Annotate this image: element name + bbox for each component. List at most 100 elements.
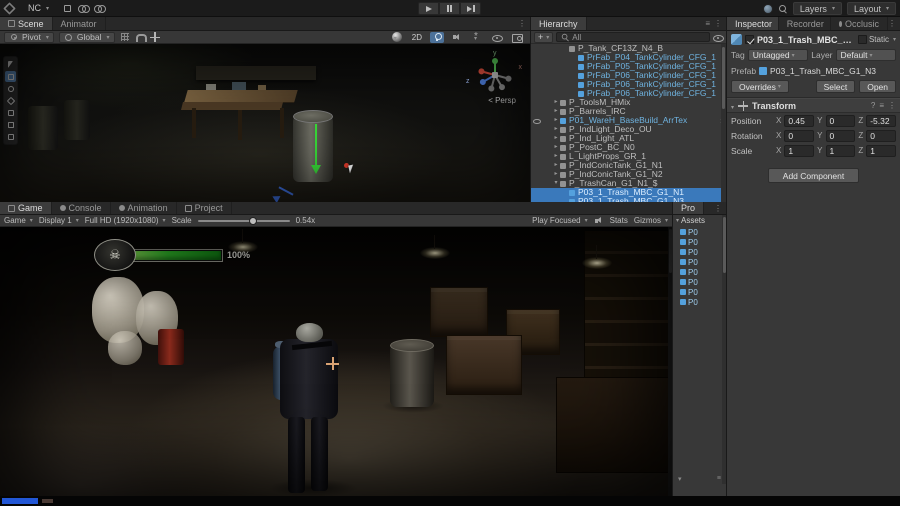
fold-arrow-icon[interactable] bbox=[552, 98, 560, 107]
z-field[interactable]: 0 bbox=[866, 129, 897, 142]
slider-icon[interactable]: ≡ bbox=[717, 475, 721, 483]
fold-arrow-icon[interactable] bbox=[552, 143, 560, 152]
overrides-dropdown[interactable]: Overrides bbox=[731, 80, 789, 93]
play-focused-dropdown[interactable]: Play Focused bbox=[532, 216, 587, 225]
create-menu-button[interactable] bbox=[534, 31, 554, 43]
snap-icon[interactable] bbox=[135, 32, 148, 42]
view-tool[interactable] bbox=[5, 59, 16, 70]
stats-button[interactable]: Stats bbox=[610, 216, 628, 225]
play-button[interactable] bbox=[418, 2, 439, 15]
tab-occlusion[interactable]: Occlusic bbox=[831, 17, 888, 30]
pane-menu-icon[interactable]: ⋮ bbox=[714, 19, 722, 28]
tab-animation[interactable]: Animation bbox=[111, 202, 177, 214]
fold-arrow-icon[interactable] bbox=[731, 101, 734, 111]
scene-viewport[interactable]: y z x < Persp bbox=[0, 44, 530, 202]
link-icon[interactable] bbox=[78, 3, 91, 13]
lighting-toggle-icon[interactable] bbox=[432, 32, 442, 42]
tag-dropdown[interactable]: Untagged bbox=[747, 49, 809, 61]
hierarchy-item[interactable]: P_ToolsM_HMix bbox=[531, 98, 726, 107]
z-field[interactable]: 1 bbox=[866, 144, 897, 157]
resolution-dropdown[interactable]: Full HD (1920x1080) bbox=[85, 216, 166, 225]
asset-item[interactable]: P0 bbox=[673, 267, 726, 277]
scene-visibility-gutter-icon[interactable] bbox=[713, 32, 724, 42]
fold-arrow-icon[interactable] bbox=[552, 161, 560, 170]
transform-component-header[interactable]: Transform ? ≡ ⋮ bbox=[727, 98, 900, 113]
x-field[interactable]: 1 bbox=[784, 144, 815, 157]
fold-arrow-icon[interactable] bbox=[552, 152, 560, 161]
display-dropdown[interactable]: Display 1 bbox=[39, 216, 79, 225]
step-button[interactable] bbox=[460, 2, 481, 15]
tab-hierarchy[interactable]: Hierarchy bbox=[531, 17, 587, 30]
grid-visibility-icon[interactable] bbox=[120, 32, 130, 42]
tab-scene[interactable]: Scene bbox=[0, 17, 53, 30]
shading-mode-icon[interactable] bbox=[391, 32, 402, 42]
move-gizmo-y-axis[interactable] bbox=[315, 124, 317, 166]
layers-dropdown[interactable]: Layers bbox=[792, 2, 842, 15]
pane-menu-icon[interactable]: ⋮ bbox=[714, 204, 722, 213]
asset-item[interactable]: P0 bbox=[673, 277, 726, 287]
asset-item[interactable]: P0 bbox=[673, 227, 726, 237]
fold-arrow-icon[interactable] bbox=[552, 179, 560, 188]
tab-project[interactable]: Project bbox=[177, 202, 232, 214]
tab-console[interactable]: Console bbox=[52, 202, 111, 214]
collab-icon[interactable] bbox=[94, 3, 107, 13]
2d-toggle[interactable]: 2D bbox=[410, 32, 424, 43]
game-viewport[interactable]: 100% bbox=[0, 227, 672, 496]
rect-tool[interactable] bbox=[5, 107, 16, 118]
account-icon[interactable] bbox=[762, 3, 773, 14]
help-icon[interactable]: ? bbox=[871, 101, 875, 110]
hierarchy-search-input[interactable]: All bbox=[556, 32, 710, 42]
orientation-gizmo[interactable]: y z x bbox=[466, 50, 522, 98]
select-button[interactable]: Select bbox=[815, 80, 856, 93]
layer-dropdown[interactable]: Default bbox=[835, 49, 897, 61]
x-field[interactable]: 0.45 bbox=[784, 114, 815, 127]
tab-project-mini[interactable]: Pro bbox=[673, 202, 705, 214]
pause-button[interactable] bbox=[439, 2, 460, 15]
fold-arrow-icon[interactable] bbox=[552, 170, 560, 179]
gizmos-dropdown[interactable]: Gizmos bbox=[634, 216, 668, 225]
global-dropdown[interactable]: Global bbox=[58, 31, 115, 43]
y-field[interactable]: 0 bbox=[825, 129, 856, 142]
component-menu-icon[interactable]: ⋮ bbox=[888, 101, 896, 110]
scale-slider[interactable] bbox=[197, 216, 290, 225]
layout-dropdown[interactable]: Layout bbox=[846, 2, 896, 15]
fold-arrow-icon[interactable] bbox=[552, 134, 560, 143]
fold-arrow-icon[interactable] bbox=[552, 107, 560, 116]
assets-folder[interactable]: Assets bbox=[673, 215, 726, 226]
static-checkbox[interactable] bbox=[857, 35, 867, 44]
project-menu-button[interactable]: NC bbox=[21, 2, 56, 15]
move-tool[interactable] bbox=[5, 71, 16, 82]
asset-item[interactable]: P0 bbox=[673, 257, 726, 267]
asset-item[interactable]: P0 bbox=[673, 247, 726, 257]
presets-icon[interactable]: ≡ bbox=[879, 101, 884, 110]
tab-animator[interactable]: Animator bbox=[53, 17, 106, 30]
tab-recorder[interactable]: Recorder bbox=[779, 17, 831, 30]
persp-label[interactable]: < Persp bbox=[488, 96, 516, 105]
static-dropdown[interactable]: Static bbox=[857, 35, 896, 44]
asset-item[interactable]: P0 bbox=[673, 297, 726, 307]
y-field[interactable]: 1 bbox=[825, 144, 856, 157]
transform-tool[interactable] bbox=[5, 119, 16, 130]
camera-settings-icon[interactable] bbox=[512, 32, 523, 43]
snap-increment-icon[interactable] bbox=[149, 32, 160, 42]
audio-toggle-icon[interactable] bbox=[452, 32, 462, 42]
package-icon[interactable] bbox=[62, 3, 72, 13]
asset-item[interactable]: P0 bbox=[673, 287, 726, 297]
custom-tool[interactable] bbox=[5, 131, 16, 142]
y-field[interactable]: 0 bbox=[825, 114, 856, 127]
z-field[interactable]: -5.32 bbox=[866, 114, 897, 127]
add-component-button[interactable]: Add Component bbox=[767, 168, 860, 183]
open-button[interactable]: Open bbox=[859, 80, 896, 93]
scene-visibility-icon[interactable] bbox=[492, 32, 503, 42]
tab-inspector[interactable]: Inspector bbox=[727, 17, 779, 30]
rotate-tool[interactable] bbox=[5, 83, 16, 94]
mute-audio-icon[interactable] bbox=[594, 216, 604, 226]
active-checkbox[interactable] bbox=[745, 35, 754, 44]
lock-icon[interactable]: ≡ bbox=[705, 19, 710, 28]
effects-toggle-icon[interactable] bbox=[472, 31, 482, 42]
scale-slider-knob[interactable] bbox=[249, 216, 258, 225]
move-gizmo-z-axis[interactable] bbox=[278, 186, 294, 196]
asset-item[interactable]: P0 bbox=[673, 237, 726, 247]
fold-arrow-icon[interactable] bbox=[552, 125, 560, 134]
fold-arrow-icon[interactable] bbox=[552, 116, 560, 125]
